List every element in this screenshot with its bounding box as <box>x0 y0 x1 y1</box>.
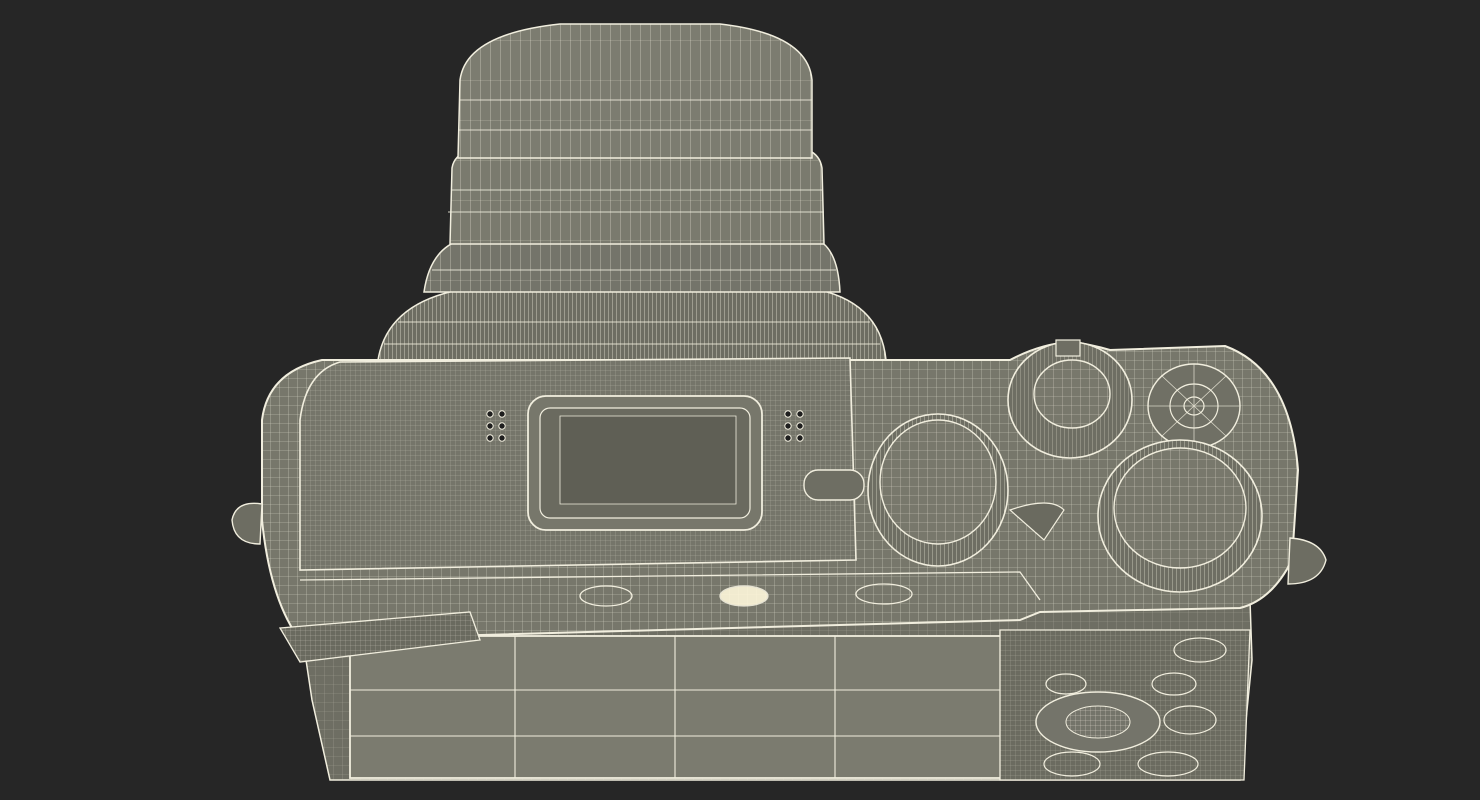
exposure-compensation-dial <box>1097 439 1263 593</box>
strap-lug-left <box>231 502 263 545</box>
camera-wireframe-scene <box>231 23 1327 781</box>
rear-screw-b <box>719 585 769 607</box>
rear-lcd-screen <box>349 635 1011 779</box>
mode-dial <box>1007 339 1133 459</box>
render-viewport <box>0 0 1480 800</box>
strap-lug-right <box>1287 537 1327 585</box>
shutter-button <box>1147 363 1241 449</box>
top-switch <box>803 469 865 501</box>
lens <box>377 23 887 361</box>
rear-control-panel <box>999 629 1251 781</box>
